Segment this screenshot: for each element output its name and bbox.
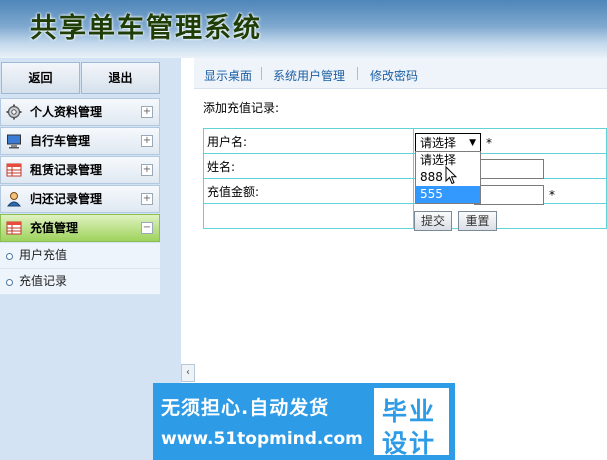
empty-cell bbox=[203, 203, 414, 229]
sidebar-top-buttons: 返回 退出 bbox=[0, 62, 160, 94]
expand-icon[interactable]: + bbox=[141, 164, 153, 176]
nav-divider bbox=[261, 67, 262, 80]
recharge-submenu: 用户充值 充值记录 bbox=[0, 243, 160, 295]
submit-button[interactable]: 提交 bbox=[414, 211, 452, 231]
table-icon bbox=[6, 162, 22, 178]
expand-icon[interactable]: + bbox=[141, 135, 153, 147]
user-select[interactable]: 请选择 ▼ bbox=[415, 133, 481, 153]
sidebar-panel: 返回 退出 个人资料管理 + 自行车管理 + 租赁记录管理 + 归还记录管理 +… bbox=[0, 58, 160, 460]
table-red-icon bbox=[6, 220, 22, 236]
table-row: 姓名: bbox=[203, 153, 607, 179]
top-navigation: 显示桌面 系统用户管理 修改密码 bbox=[194, 58, 607, 89]
bullet-icon bbox=[6, 279, 13, 286]
amount-label: 充值金额: bbox=[203, 178, 414, 204]
table-row bbox=[203, 203, 607, 229]
watermark-banner: 无须担心.自动发货 www.51topmind.com 毕业 设计 bbox=[153, 383, 455, 460]
back-button[interactable]: 返回 bbox=[1, 62, 80, 94]
collapse-icon[interactable]: − bbox=[141, 222, 153, 234]
recharge-form-table: 用户名: 姓名: 充值金额: bbox=[203, 128, 607, 229]
monitor-icon bbox=[6, 133, 22, 149]
sidebar-item-label: 充值管理 bbox=[30, 221, 79, 235]
nav-link-system-users[interactable]: 系统用户管理 bbox=[273, 67, 345, 84]
exit-button[interactable]: 退出 bbox=[81, 62, 160, 94]
user-icon bbox=[6, 191, 22, 207]
table-row: 用户名: bbox=[203, 128, 607, 154]
select-option-highlighted[interactable]: 555 bbox=[416, 186, 480, 203]
sidebar-menu: 个人资料管理 + 自行车管理 + 租赁记录管理 + 归还记录管理 + 充值管理 … bbox=[0, 98, 160, 295]
banner-url: www.51topmind.com bbox=[161, 429, 363, 449]
bullet-icon bbox=[6, 253, 13, 260]
amount-input[interactable] bbox=[474, 185, 544, 205]
sidebar-item-profile[interactable]: 个人资料管理 + bbox=[0, 98, 160, 126]
user-label: 用户名: bbox=[203, 128, 414, 154]
sidebar-item-label: 归还记录管理 bbox=[30, 192, 103, 206]
gear-icon bbox=[6, 104, 22, 120]
app-title: 共享单车管理系统 bbox=[30, 13, 262, 44]
banner-badge-line2: 设计 bbox=[382, 429, 437, 458]
sidebar-item-label: 自行车管理 bbox=[30, 134, 91, 148]
expand-icon[interactable]: + bbox=[141, 106, 153, 118]
nav-link-change-password[interactable]: 修改密码 bbox=[370, 67, 418, 84]
required-mark: * bbox=[549, 188, 555, 202]
required-mark: * bbox=[486, 136, 492, 150]
name-label: 姓名: bbox=[203, 153, 414, 179]
chevron-down-icon: ▼ bbox=[469, 138, 476, 148]
sidebar-item-recharge[interactable]: 充值管理 − bbox=[0, 214, 160, 242]
banner-badge-line1: 毕业 bbox=[382, 397, 437, 426]
header: 共享单车管理系统 bbox=[0, 0, 607, 58]
submenu-item-label: 用户充值 bbox=[19, 248, 68, 262]
sidebar-item-rental-records[interactable]: 租赁记录管理 + bbox=[0, 156, 160, 184]
nav-divider bbox=[357, 67, 358, 80]
sidebar-item-label: 个人资料管理 bbox=[30, 105, 103, 119]
name-input[interactable] bbox=[474, 159, 544, 179]
banner-badge: 毕业 设计 bbox=[374, 388, 449, 458]
submenu-item-recharge-records[interactable]: 充值记录 bbox=[0, 269, 160, 295]
nav-link-show-desktop[interactable]: 显示桌面 bbox=[204, 67, 252, 84]
reset-button[interactable]: 重置 bbox=[458, 211, 497, 231]
select-value: 请选择 bbox=[420, 136, 457, 150]
mouse-pointer-icon bbox=[445, 165, 458, 188]
banner-slogan: 无须担心.自动发货 bbox=[161, 397, 330, 419]
sidebar-item-label: 租赁记录管理 bbox=[30, 163, 103, 177]
sidebar-item-return-records[interactable]: 归还记录管理 + bbox=[0, 185, 160, 213]
section-title: 添加充值记录: bbox=[203, 101, 280, 115]
table-row: 充值金额: bbox=[203, 178, 607, 204]
sidebar-collapse-icon[interactable]: ‹ bbox=[181, 364, 195, 382]
submenu-item-user-recharge[interactable]: 用户充值 bbox=[0, 243, 160, 269]
sidebar-item-bikes[interactable]: 自行车管理 + bbox=[0, 127, 160, 155]
submenu-item-label: 充值记录 bbox=[19, 274, 68, 288]
expand-icon[interactable]: + bbox=[141, 193, 153, 205]
